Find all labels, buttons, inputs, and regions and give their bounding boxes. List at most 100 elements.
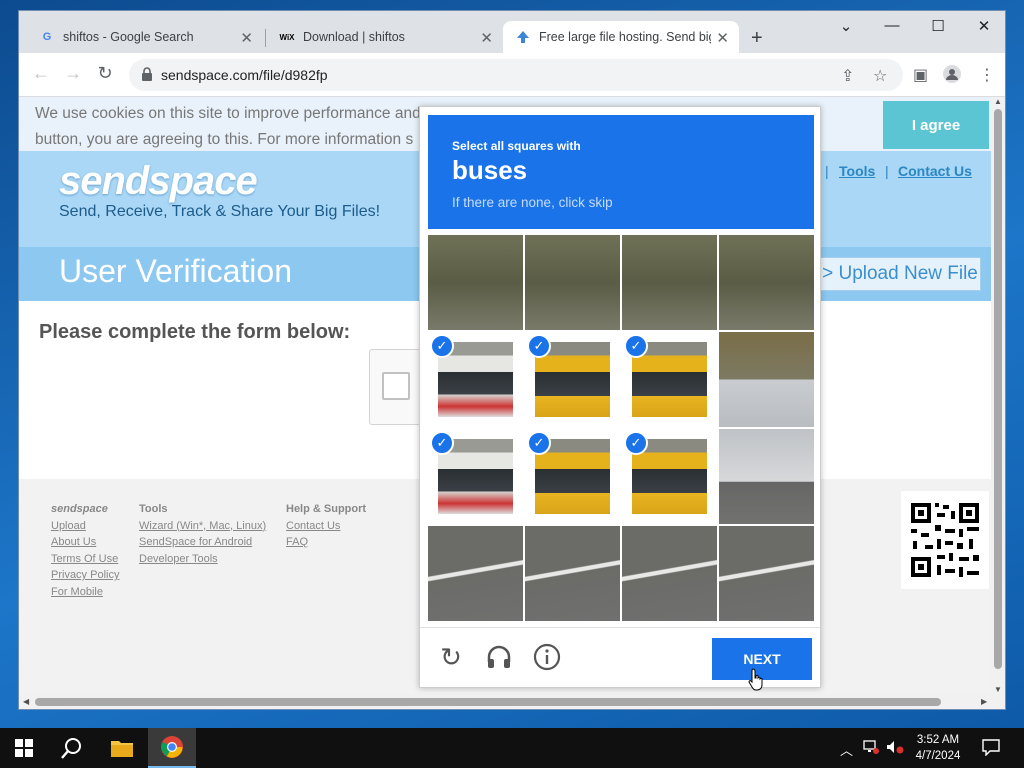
sendspace-logo[interactable]: sendspace: [59, 159, 258, 204]
footer-link-devtools[interactable]: Developer Tools: [139, 551, 266, 568]
horizontal-scrollbar[interactable]: ◀ ▶: [19, 694, 1005, 709]
nav-separator: |: [825, 163, 829, 179]
captcha-tile[interactable]: [719, 235, 814, 330]
info-icon[interactable]: [532, 642, 562, 672]
arrow-up-icon: [515, 29, 531, 45]
captcha-tile[interactable]: [719, 429, 814, 524]
taskbar: ︿ 3:52 AM 4/7/2024: [0, 728, 1024, 768]
scroll-right-arrow[interactable]: ▶: [981, 697, 987, 706]
close-tab-icon[interactable]: ✕: [480, 29, 493, 47]
upload-new-file-button[interactable]: > Upload New File: [819, 257, 981, 291]
captcha-tile[interactable]: ✓: [525, 429, 620, 524]
tab-sendspace[interactable]: Free large file hosting. Send big ✕: [503, 21, 739, 53]
footer-link-mobile[interactable]: For Mobile: [51, 584, 119, 601]
file-explorer-icon[interactable]: [98, 728, 146, 768]
tab-download-shiftos[interactable]: WiX Download | shiftos ✕: [267, 21, 503, 53]
scroll-down-arrow[interactable]: ▼: [994, 685, 1002, 694]
footer-link-privacy[interactable]: Privacy Policy: [51, 567, 119, 584]
scroll-thumb[interactable]: [994, 109, 1002, 669]
captcha-tile[interactable]: ✓: [622, 332, 717, 427]
vertical-scrollbar[interactable]: ▲ ▼: [991, 97, 1005, 694]
bookmark-star-icon[interactable]: ☆: [873, 66, 887, 86]
clock-time: 3:52 AM: [916, 734, 960, 746]
back-button[interactable]: ←: [29, 63, 53, 84]
captcha-tile[interactable]: ✓: [428, 429, 523, 524]
captcha-tile[interactable]: [622, 235, 717, 330]
footer-link-upload[interactable]: Upload: [51, 518, 119, 535]
captcha-tile[interactable]: [525, 235, 620, 330]
notifications-icon[interactable]: [982, 738, 1000, 759]
volume-muted-icon[interactable]: [886, 740, 904, 757]
network-icon[interactable]: [863, 740, 879, 757]
captcha-tile[interactable]: [719, 332, 814, 427]
footer-col-help: Help & Support Contact Us FAQ: [286, 501, 366, 551]
captcha-tile[interactable]: ✓: [622, 429, 717, 524]
captcha-tile[interactable]: ✓: [428, 332, 523, 427]
captcha-tile[interactable]: [622, 526, 717, 621]
tab-title: Free large file hosting. Send big: [539, 30, 711, 44]
captcha-tile[interactable]: [719, 526, 814, 621]
side-panel-icon[interactable]: ▣: [913, 65, 928, 85]
address-bar[interactable]: sendspace.com/file/d982fp ⇪ ☆: [129, 59, 903, 91]
selected-check-icon: ✓: [527, 431, 551, 455]
forward-button[interactable]: →: [61, 63, 85, 84]
footer-link-contact[interactable]: Contact Us: [286, 518, 366, 535]
tab-title: shiftos - Google Search: [63, 30, 194, 44]
search-icon[interactable]: [48, 728, 96, 768]
refresh-icon[interactable]: ↻: [436, 642, 466, 672]
recaptcha-box: [369, 349, 425, 425]
footer-link-terms[interactable]: Terms Of Use: [51, 551, 119, 568]
captcha-tile[interactable]: ✓: [525, 332, 620, 427]
captcha-tile[interactable]: [428, 235, 523, 330]
footer-link-wizard[interactable]: Wizard (Win*, Mac, Linux): [139, 518, 266, 535]
captcha-tile[interactable]: [428, 526, 523, 621]
share-icon[interactable]: ⇪: [841, 66, 854, 86]
chrome-taskbar-icon[interactable]: [148, 728, 196, 768]
footer-heading: Help & Support: [286, 503, 367, 515]
close-window-button[interactable]: ✕: [961, 17, 1005, 35]
tab-separator: [265, 29, 266, 47]
new-tab-button[interactable]: +: [751, 27, 763, 50]
reload-button[interactable]: ↻: [93, 63, 117, 84]
footer-col-tools: Tools Wizard (Win*, Mac, Linux) SendSpac…: [139, 501, 266, 567]
agree-button[interactable]: I agree: [883, 101, 989, 149]
minimize-button[interactable]: —: [869, 17, 915, 34]
audio-headphones-icon[interactable]: [484, 642, 514, 672]
maximize-button[interactable]: ☐: [915, 17, 961, 35]
tile-image: [622, 526, 717, 621]
system-clock[interactable]: 3:52 AM 4/7/2024: [906, 732, 970, 764]
lock-icon: [142, 67, 152, 81]
scroll-thumb[interactable]: [35, 698, 941, 706]
tray-chevron-up-icon[interactable]: ︿: [840, 740, 853, 759]
tab-google-search[interactable]: G shiftos - Google Search ✕: [27, 21, 263, 53]
selected-check-icon: ✓: [430, 431, 454, 455]
challenge-header: Select all squares with buses If there a…: [428, 115, 814, 229]
menu-kebab-icon[interactable]: ⋮: [979, 65, 995, 85]
footer-link-faq[interactable]: FAQ: [286, 534, 366, 551]
page-title: User Verification: [59, 253, 292, 289]
profile-avatar-icon[interactable]: [943, 65, 961, 88]
tile-image: [719, 429, 814, 524]
challenge-hint: If there are none, click skip: [452, 195, 613, 210]
footer-link-about[interactable]: About Us: [51, 534, 119, 551]
tab-search-chevron-icon[interactable]: ⌄: [823, 17, 869, 35]
nav-tools-link[interactable]: Tools: [839, 163, 875, 179]
tile-image: [719, 332, 814, 427]
captcha-tile[interactable]: [525, 526, 620, 621]
footer-heading: Tools: [139, 503, 168, 515]
scroll-left-arrow[interactable]: ◀: [23, 697, 29, 706]
footer-link-android[interactable]: SendSpace for Android: [139, 534, 266, 551]
recaptcha-checkbox[interactable]: [382, 372, 410, 400]
hand-cursor-icon: [748, 668, 763, 691]
close-tab-icon[interactable]: ✕: [240, 29, 253, 47]
start-windows-icon[interactable]: [0, 728, 48, 768]
scroll-up-arrow[interactable]: ▲: [994, 97, 1002, 106]
close-tab-icon[interactable]: ✕: [716, 29, 729, 47]
tile-image: [428, 235, 523, 330]
footer-col-sendspace: sendspace Upload About Us Terms Of Use P…: [51, 501, 119, 600]
nav-contact-link[interactable]: Contact Us: [898, 163, 972, 179]
qr-code: [901, 491, 989, 589]
url-text: sendspace.com/file/d982fp: [161, 67, 328, 83]
selected-check-icon: ✓: [430, 334, 454, 358]
clock-date: 4/7/2024: [915, 750, 961, 762]
